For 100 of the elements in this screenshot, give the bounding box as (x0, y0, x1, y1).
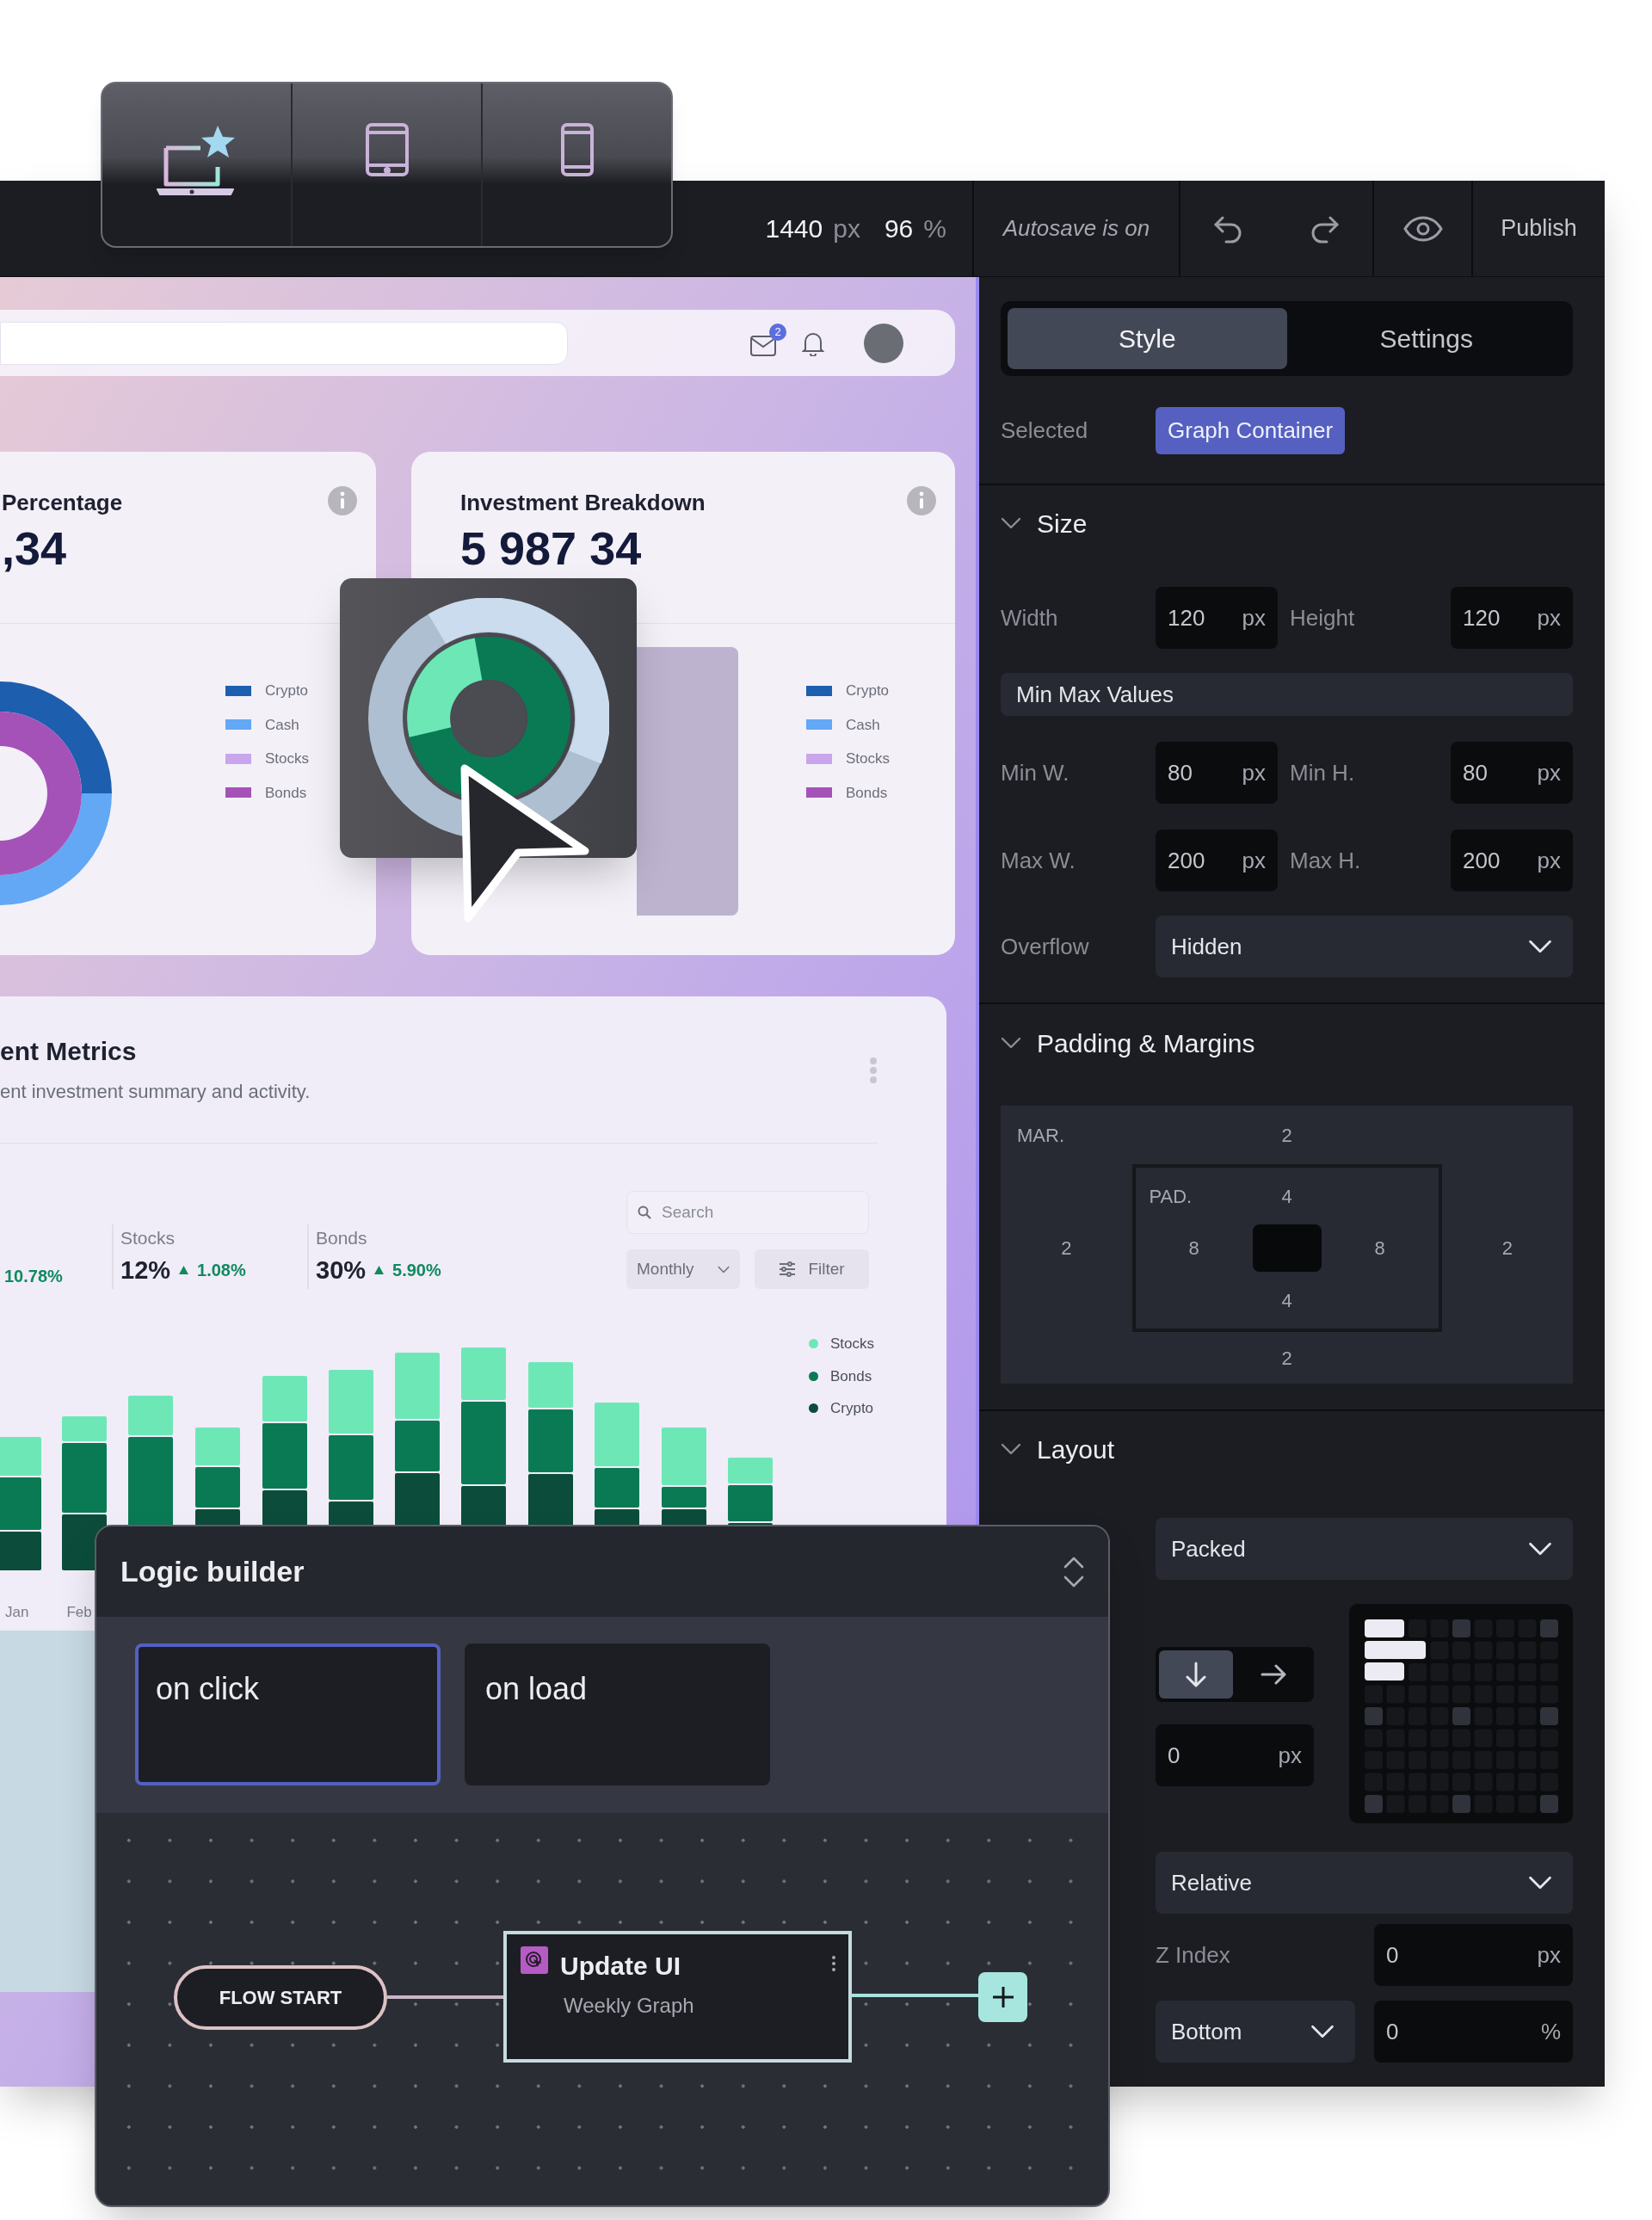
stat-value: 30% (316, 1255, 367, 1286)
bar-segment (662, 1487, 706, 1508)
layout-mode-dropdown[interactable]: Packed (1156, 1518, 1573, 1580)
number-field[interactable]: 0 px (1156, 1724, 1314, 1786)
number-field[interactable]: 120 px (1156, 587, 1278, 649)
trigger-tab[interactable]: on click (135, 1643, 441, 1785)
number-field[interactable]: 80 px (1156, 742, 1278, 804)
legend-label: Stocks (265, 749, 310, 768)
box-label[interactable]: PAD. (1149, 1181, 1193, 1211)
margin-value[interactable]: 2 (1501, 1234, 1513, 1262)
more-options-icon[interactable] (831, 1955, 836, 1972)
alignment-picker[interactable] (1349, 1604, 1573, 1823)
chevron-down-icon (1001, 1037, 1021, 1049)
search-icon (638, 1206, 651, 1219)
plus-icon (991, 1986, 1014, 2008)
chevron-down-icon (718, 1265, 730, 1273)
margin-value[interactable]: 2 (1061, 1234, 1072, 1262)
field-label: Selected (1001, 416, 1089, 445)
position-dropdown[interactable]: Relative (1156, 1852, 1573, 1914)
card-title: Percentage (2, 489, 123, 517)
field-label: Height (1289, 603, 1356, 632)
legend-label: Bonds (846, 783, 888, 803)
legend-label: Bonds (265, 783, 307, 803)
number-field[interactable]: 0 px (1374, 1924, 1573, 1986)
padding-value[interactable]: 4 (1281, 1286, 1292, 1315)
field-label: Max W. (1001, 846, 1076, 875)
card-value: ,34 (2, 523, 68, 575)
padding-value[interactable]: 8 (1374, 1234, 1385, 1262)
field-label: Max H. (1289, 846, 1362, 875)
number-field[interactable]: 80 px (1451, 742, 1573, 804)
cursor-click-icon (521, 1946, 548, 1974)
filter-button[interactable]: Filter (755, 1249, 869, 1289)
bar-segment (128, 1396, 173, 1435)
padding-value[interactable]: 8 (1188, 1234, 1199, 1262)
padding-value[interactable]: 4 (1281, 1181, 1292, 1211)
bar-segment (395, 1421, 440, 1471)
tab[interactable]: Style (1008, 308, 1287, 369)
tablet-icon[interactable] (364, 122, 410, 177)
stat-change: 10.78% (4, 1266, 63, 1287)
trigger-tab[interactable]: on load (465, 1643, 770, 1785)
bar-segment (62, 1416, 107, 1441)
node-subtitle: Weekly Graph (563, 1993, 695, 2019)
field-label: Overflow (1001, 932, 1090, 961)
overflow-dropdown[interactable]: Hidden (1156, 916, 1573, 977)
unit-label: % (923, 213, 946, 244)
eye-icon[interactable] (1402, 215, 1443, 242)
bar-segment (0, 1477, 41, 1530)
chevron-down-icon (1528, 1542, 1552, 1556)
publish-button[interactable]: Publish (1497, 211, 1581, 246)
action-node[interactable]: Update UI Weekly Graph (503, 1931, 852, 2063)
bar-segment (195, 1467, 240, 1508)
field-label: Min H. (1289, 758, 1356, 787)
field-label: Min W. (1001, 758, 1070, 787)
axis-label: Feb (66, 1603, 92, 1622)
up-triangle-icon (374, 1266, 385, 1275)
margin-value[interactable]: 2 (1281, 1343, 1292, 1372)
anchor-dropdown[interactable]: Bottom (1156, 2001, 1355, 2063)
bar-segment (728, 1485, 773, 1521)
search-field[interactable] (0, 321, 568, 365)
legend-label: Cash (846, 715, 880, 735)
period-dropdown[interactable]: Monthly (626, 1249, 740, 1289)
legend-label: Stocks (830, 1335, 875, 1354)
stat-label: Bonds (316, 1227, 368, 1249)
bar-segment (662, 1428, 706, 1485)
card-title: ent Metrics (0, 1036, 138, 1067)
field-label: Z Index (1156, 1940, 1230, 1970)
direction-option[interactable] (1159, 1650, 1233, 1699)
panel-title: Logic builder (120, 1554, 305, 1589)
number-field[interactable]: 0 % (1374, 2001, 1573, 2063)
axis-label: Jan (5, 1603, 29, 1622)
phone-icon[interactable] (559, 122, 595, 177)
chevron-down-icon (1310, 2025, 1335, 2038)
arrow-right-icon (1261, 1663, 1286, 1686)
card-subtitle: ent investment summary and activity. (0, 1080, 311, 1104)
flow-start-node: FLOW START (174, 1965, 387, 2030)
add-step-button[interactable] (978, 1972, 1027, 2022)
tab[interactable]: Settings (1286, 308, 1566, 369)
expand-collapse-icon[interactable] (1062, 1555, 1086, 1588)
box-label[interactable]: MAR. (1017, 1120, 1064, 1150)
search-field[interactable]: Search (626, 1191, 869, 1234)
number-field[interactable]: 120 px (1451, 587, 1573, 649)
mail-icon[interactable] (750, 335, 776, 356)
field-label: Width (1001, 603, 1059, 632)
legend-label: Crypto (846, 681, 890, 700)
number-field[interactable]: 200 px (1156, 829, 1278, 891)
legend-label: Stocks (846, 749, 891, 768)
margin-value[interactable]: 2 (1281, 1120, 1292, 1150)
selected-element-badge: Graph Container (1156, 406, 1346, 454)
number-field[interactable]: 200 px (1451, 829, 1573, 891)
legend-label: Bonds (830, 1366, 872, 1386)
chevron-down-icon (1528, 1876, 1552, 1890)
bar-segment (262, 1376, 307, 1421)
bar-segment (0, 1437, 41, 1476)
bar-segment (595, 1468, 639, 1508)
legend-label: Cash (265, 715, 299, 735)
legend-label: Crypto (830, 1399, 874, 1418)
up-triangle-icon (179, 1266, 189, 1275)
section-title: Padding & Margins (1037, 1027, 1255, 1059)
avatar[interactable] (864, 323, 903, 363)
canvas-width-value: 1440 (765, 213, 823, 244)
